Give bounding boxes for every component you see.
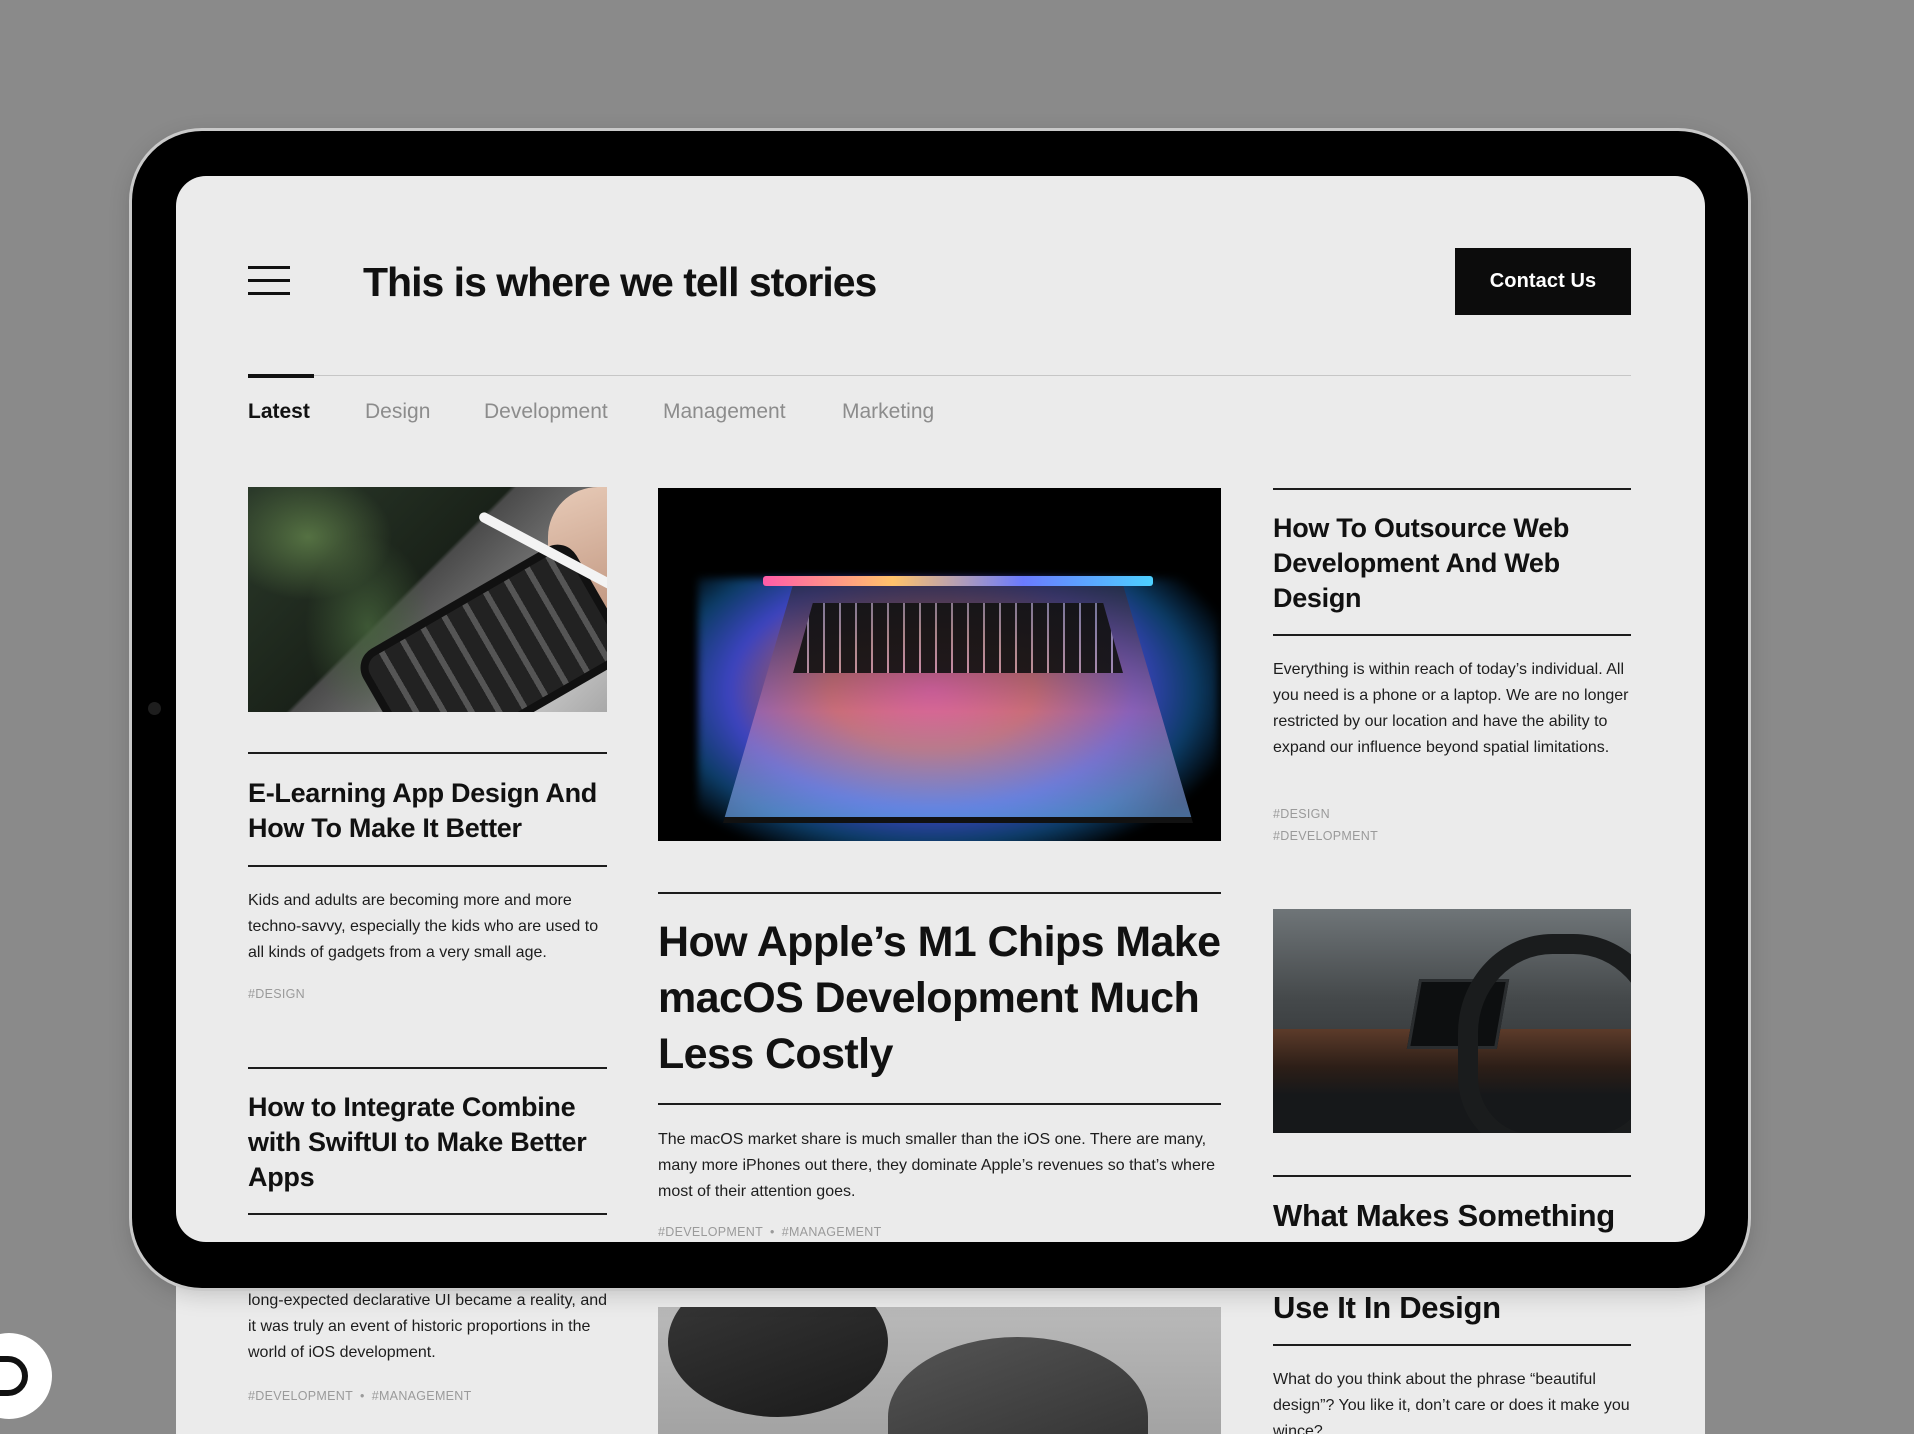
tab-management[interactable]: Management (663, 398, 786, 426)
tag-development[interactable]: #DEVELOPMENT (1273, 825, 1378, 847)
tab-design[interactable]: Design (365, 398, 430, 426)
tag-development[interactable]: #DEVELOPMENT (658, 1225, 763, 1239)
divider (1273, 1344, 1631, 1346)
combine-title[interactable]: How to Integrate Combine with SwiftUI to… (248, 1090, 607, 1195)
hamburger-menu-icon[interactable] (248, 262, 290, 298)
tabs-divider (248, 375, 1631, 376)
elearning-excerpt: Kids and adults are becoming more and mo… (248, 892, 599, 961)
logo-badge-icon[interactable] (0, 1333, 52, 1419)
tag-development[interactable]: #DEVELOPMENT (248, 1389, 353, 1403)
beautiful-design-excerpt: What do you think about the phrase “beau… (1273, 1371, 1630, 1434)
mouse-headphones-image[interactable] (658, 1307, 1221, 1434)
divider (248, 1213, 607, 1215)
tag-management[interactable]: #MANAGEMENT (372, 1389, 472, 1403)
outsource-title[interactable]: How To Outsource Web Development And Web… (1273, 511, 1631, 616)
tag-design[interactable]: #DESIGN (248, 987, 305, 1001)
tag-design[interactable]: #DESIGN (1273, 803, 1378, 825)
tag-management[interactable]: #MANAGEMENT (782, 1225, 882, 1239)
elearning-title[interactable]: E-Learning App Design And How To Make It… (248, 776, 607, 846)
tab-development[interactable]: Development (484, 398, 608, 426)
combine-tags: #DEVELOPMENT • #MANAGEMENT (248, 1389, 472, 1403)
elearning-tags: #DESIGN (248, 983, 305, 1005)
beautiful-design-title[interactable]: What Makes Something (1273, 1198, 1653, 1233)
contact-us-button[interactable]: Contact Us (1455, 248, 1631, 315)
divider (1273, 488, 1631, 490)
tablet-screen: This is where we tell stories Contact Us… (176, 176, 1705, 1242)
m1-chips-title[interactable]: How Apple’s M1 Chips Make macOS Developm… (658, 914, 1221, 1082)
m1-chips-excerpt: The macOS market share is much smaller t… (658, 1131, 1216, 1200)
active-tab-indicator (248, 374, 314, 378)
car-interior-image[interactable] (1273, 909, 1631, 1133)
divider (248, 865, 607, 867)
site-title: This is where we tell stories (363, 259, 877, 305)
glowing-laptop-image[interactable] (658, 488, 1221, 841)
tab-latest[interactable]: Latest (248, 398, 310, 426)
divider (658, 892, 1221, 894)
tablet-keyboard-image[interactable] (248, 487, 607, 712)
divider (248, 752, 607, 754)
tab-marketing[interactable]: Marketing (842, 398, 934, 426)
combine-excerpt: long-expected declarative UI became a re… (248, 1292, 608, 1361)
outsource-tags: #DESIGN #DEVELOPMENT (1273, 803, 1378, 847)
beautiful-design-title-continued[interactable]: Use It In Design (1273, 1290, 1631, 1325)
divider (1273, 1175, 1631, 1177)
divider (658, 1103, 1221, 1105)
divider (1273, 634, 1631, 636)
m1-chips-tags: #DEVELOPMENT • #MANAGEMENT (658, 1225, 882, 1239)
outsource-excerpt: Everything is within reach of today’s in… (1273, 661, 1629, 756)
divider (248, 1067, 607, 1069)
front-camera-icon (148, 702, 161, 715)
